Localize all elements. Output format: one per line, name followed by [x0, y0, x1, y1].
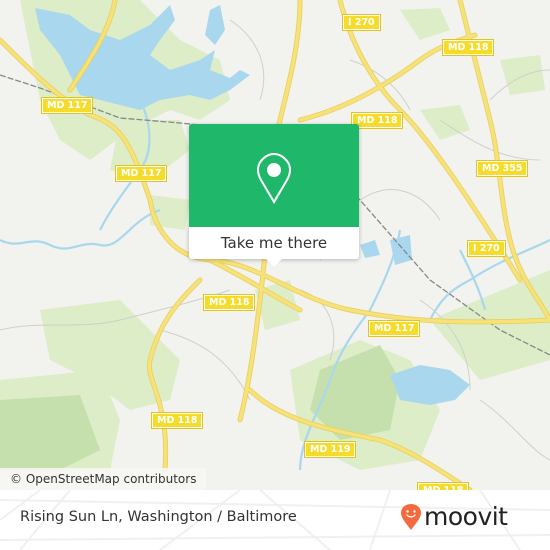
road-shield-md118: MD 118 [441, 39, 495, 56]
moovit-pin-icon [401, 504, 421, 530]
map-pin-icon [257, 152, 291, 204]
take-me-there-button[interactable]: Take me there [189, 227, 359, 259]
map-view[interactable]: MD 117 MD 117 MD 117 I 270 I 270 MD 118 … [0, 0, 550, 490]
road-shield-md118: MD 118 [416, 482, 470, 490]
road-shield-md117: MD 117 [367, 320, 421, 337]
road-shield-md117: MD 117 [40, 97, 94, 114]
popup-pointer [266, 259, 282, 267]
popup-header [189, 124, 359, 227]
map-attribution[interactable]: © OpenStreetMap contributors [0, 468, 207, 490]
road-shield-md117: MD 117 [114, 165, 168, 182]
road-shield-md355: MD 355 [475, 160, 529, 177]
moovit-wordmark: moovit [424, 502, 508, 531]
road-shield-md119: MD 119 [303, 441, 357, 458]
road-shield-md118: MD 118 [350, 112, 404, 129]
location-popup: Take me there [189, 124, 359, 267]
road-shield-md118: MD 118 [202, 294, 256, 311]
road-shield-i270: I 270 [342, 14, 381, 31]
footer-bar: Rising Sun Ln, Washington / Baltimore mo… [0, 490, 550, 550]
moovit-logo[interactable]: moovit [400, 502, 508, 532]
road-shield-md118: MD 118 [150, 412, 204, 429]
place-name: Rising Sun Ln, Washington / Baltimore [20, 509, 297, 525]
road-shield-i270: I 270 [467, 240, 506, 257]
